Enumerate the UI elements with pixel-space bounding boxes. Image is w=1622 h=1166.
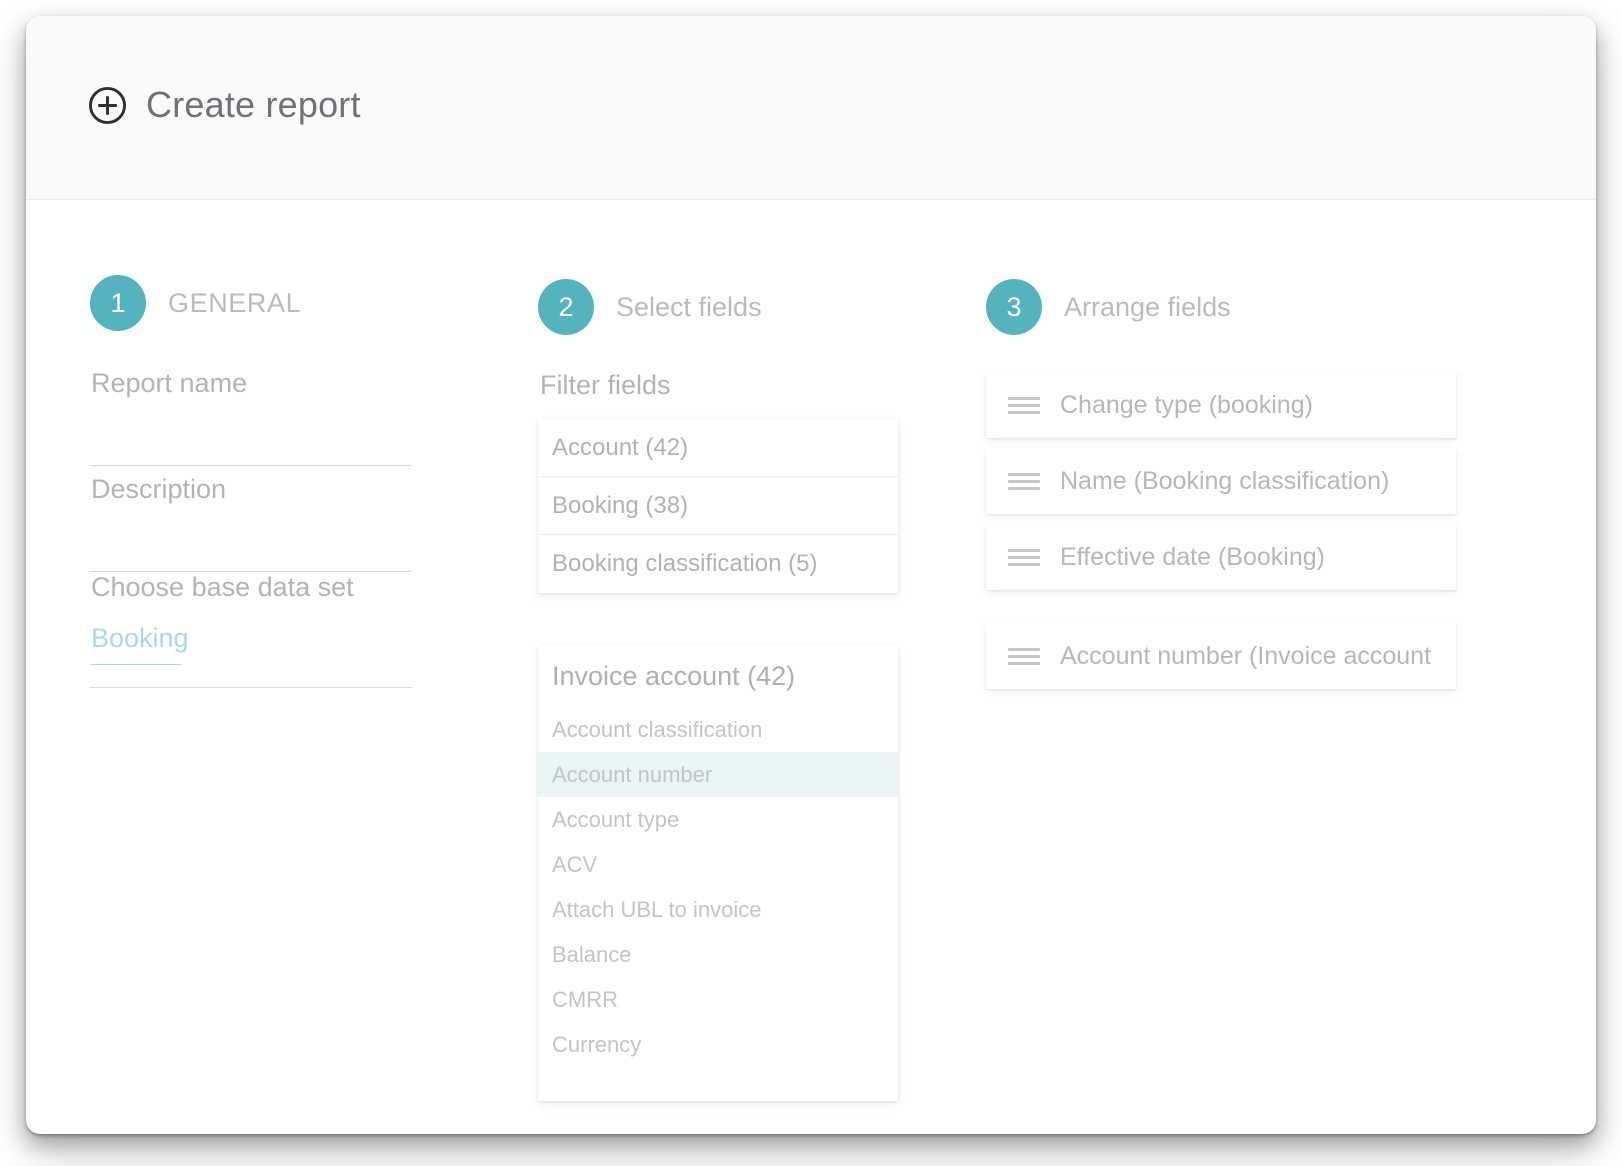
base-data-set-label: Choose base data set	[91, 572, 354, 603]
list-item[interactable]: Account type	[538, 797, 898, 842]
base-data-set-underline	[90, 687, 412, 688]
base-data-set-value[interactable]: Booking	[91, 623, 189, 654]
invoice-account-field-list: Invoice account (42) Account classificat…	[538, 645, 898, 1101]
step-label-select-fields: Select fields	[616, 292, 762, 323]
base-data-set-field[interactable]: Choose base data set Booking	[90, 572, 470, 688]
step-label-general: GENERAL	[168, 288, 301, 319]
page-title: Create report	[146, 84, 361, 126]
arrange-row[interactable]: Name (Booking classification)	[986, 448, 1456, 514]
entity-list: Account (42) Booking (38) Booking classi…	[538, 419, 898, 593]
wizard-columns: 1 GENERAL Report name Description Choose…	[26, 200, 1596, 1134]
step-column-general: 1 GENERAL Report name Description Choose…	[90, 200, 470, 688]
drag-handle-icon[interactable]	[1008, 397, 1040, 414]
list-item[interactable]: ACV	[538, 842, 898, 887]
list-item[interactable]: CMRR	[538, 977, 898, 1022]
list-item[interactable]: Account classification	[538, 707, 898, 752]
window-header: Create report	[26, 16, 1596, 200]
arrange-row-label: Account number (Invoice account	[1060, 642, 1431, 671]
list-item[interactable]: Booking classification (5)	[538, 535, 898, 593]
description-field[interactable]: Description	[90, 466, 470, 572]
step-badge-1: 1	[90, 275, 146, 331]
filter-fields-label: Filter fields	[540, 370, 898, 401]
arrange-row-label: Change type (booking)	[1060, 391, 1313, 420]
drag-handle-icon[interactable]	[1008, 549, 1040, 566]
header-content: Create report	[88, 84, 361, 126]
report-name-label: Report name	[91, 368, 247, 399]
arrange-list: Change type (booking) Name (Booking clas…	[986, 372, 1456, 689]
arrange-row-label: Effective date (Booking)	[1060, 543, 1325, 572]
list-item[interactable]: Currency	[538, 1022, 898, 1067]
base-data-set-value-underline	[91, 664, 181, 665]
drag-handle-icon[interactable]	[1008, 648, 1040, 665]
arrange-row-label: Name (Booking classification)	[1060, 467, 1389, 496]
step-badge-3: 3	[986, 279, 1042, 335]
list-item-selected[interactable]: Account number	[538, 752, 898, 797]
step-badge-2: 2	[538, 279, 594, 335]
list-item[interactable]: Balance	[538, 932, 898, 977]
arrange-row[interactable]: Change type (booking)	[986, 372, 1456, 438]
plus-circle-icon[interactable]	[88, 86, 127, 125]
field-group-header[interactable]: Invoice account (42)	[538, 645, 898, 707]
arrange-row[interactable]: Effective date (Booking)	[986, 524, 1456, 590]
step-label-arrange-fields: Arrange fields	[1064, 292, 1231, 323]
create-report-window: Create report 1 GENERAL Report name Desc…	[26, 16, 1596, 1134]
list-item[interactable]: Account (42)	[538, 419, 898, 477]
step-column-arrange-fields: 3 Arrange fields Change type (booking) N…	[986, 200, 1456, 689]
description-label: Description	[91, 474, 226, 505]
general-form: Report name Description Choose base data…	[90, 360, 470, 688]
list-item[interactable]: Attach UBL to invoice	[538, 887, 898, 932]
report-name-field[interactable]: Report name	[90, 360, 470, 466]
step-header-arrange-fields: 3 Arrange fields	[986, 278, 1456, 336]
step-header-general: 1 GENERAL	[90, 274, 470, 332]
list-item[interactable]: Booking (38)	[538, 477, 898, 535]
arrange-row[interactable]: Account number (Invoice account	[986, 623, 1456, 689]
step-header-select-fields: 2 Select fields	[538, 278, 898, 336]
drag-handle-icon[interactable]	[1008, 473, 1040, 490]
step-column-select-fields: 2 Select fields Filter fields Account (4…	[538, 200, 898, 1101]
